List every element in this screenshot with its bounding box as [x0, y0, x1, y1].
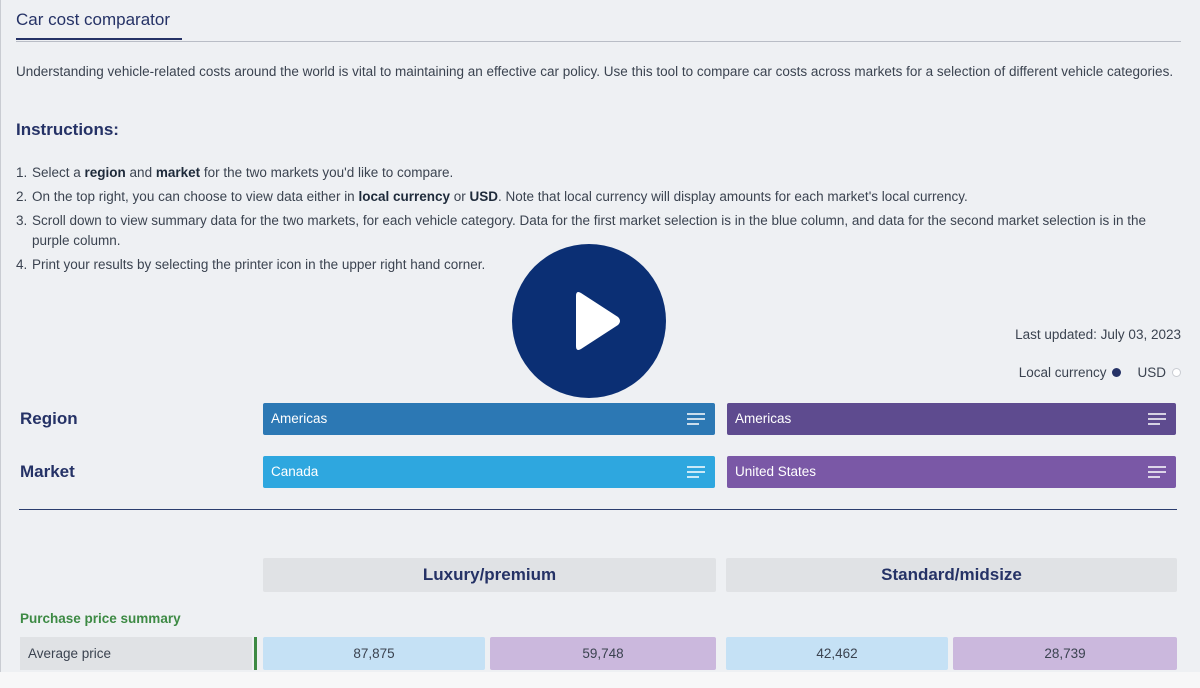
radio-unselected-icon[interactable] [1172, 368, 1181, 377]
instruction-step: 1. Select a region and market for the tw… [16, 165, 454, 180]
tab-car-cost-comparator[interactable]: Car cost comparator [16, 10, 182, 40]
intro-text: Understanding vehicle-related costs arou… [16, 64, 1174, 79]
menu-lines-icon [1148, 413, 1166, 425]
menu-lines-icon [687, 466, 705, 478]
instructions-heading: Instructions: [16, 120, 119, 139]
last-updated: Last updated: July 03, 2023 [1015, 327, 1181, 342]
tab-bar: Car cost comparator [16, 0, 1181, 42]
cell-luxury-market-b: 59,748 [490, 637, 716, 670]
purchase-price-summary-label: Purchase price summary [20, 611, 181, 626]
region-select-b[interactable]: Americas [727, 403, 1176, 435]
market-label: Market [20, 462, 75, 481]
instruction-step: 2. On the top right, you can choose to v… [16, 189, 968, 204]
video-play-button[interactable] [512, 244, 666, 398]
menu-lines-icon [1148, 466, 1166, 478]
cell-luxury-market-a: 87,875 [263, 637, 485, 670]
category-header-luxury: Luxury/premium [263, 558, 716, 592]
section-divider [19, 509, 1177, 510]
market-select-b-value: United States [735, 464, 817, 479]
category-header-standard: Standard/midsize [726, 558, 1177, 592]
cell-standard-market-a: 42,462 [726, 637, 948, 670]
market-select-a-value: Canada [271, 464, 319, 479]
currency-toggle: Local currency USD [1019, 365, 1181, 380]
region-label: Region [20, 409, 78, 428]
radio-selected-icon[interactable] [1112, 368, 1122, 377]
market-select-a[interactable]: Canada [263, 456, 715, 488]
region-select-a-value: Americas [271, 411, 328, 426]
currency-local-label: Local currency [1018, 365, 1107, 380]
market-select-b[interactable]: United States [727, 456, 1176, 488]
currency-usd-label: USD [1137, 365, 1166, 380]
bottom-strip [0, 672, 1200, 688]
row-accent-bar [254, 637, 257, 670]
region-select-a[interactable]: Americas [263, 403, 715, 435]
play-icon [576, 292, 620, 350]
row-label-average-price: Average price [20, 637, 252, 670]
cell-standard-market-b: 28,739 [953, 637, 1177, 670]
currency-local-option[interactable]: Local currency [1019, 365, 1122, 380]
region-select-b-value: Americas [735, 411, 792, 426]
currency-usd-option[interactable]: USD [1137, 365, 1181, 380]
menu-lines-icon [687, 413, 705, 425]
